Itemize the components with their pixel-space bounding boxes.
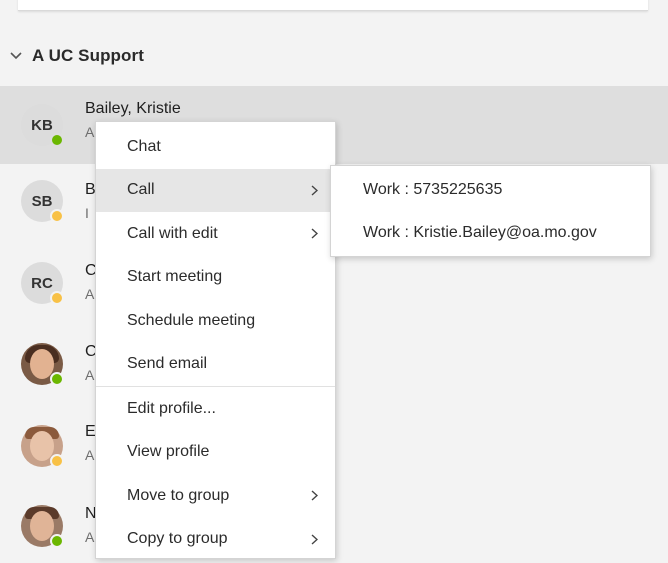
presence-away-icon: [50, 454, 64, 468]
menu-item-label: Send email: [127, 355, 208, 373]
avatar-photo: [21, 505, 64, 548]
menu-item-copy-to-group[interactable]: Copy to group: [96, 518, 335, 562]
contact-name: Bailey, Kristie: [85, 100, 181, 117]
menu-item-move-to-group[interactable]: Move to group: [96, 474, 335, 518]
avatar: KB: [21, 104, 64, 147]
menu-item-label: View profile: [127, 443, 210, 461]
presence-available-icon: [50, 534, 64, 548]
menu-item-chat[interactable]: Chat: [96, 125, 335, 169]
presence-away-icon: [50, 209, 64, 223]
submenu-item-label: Work : Kristie.Bailey@oa.mo.gov: [363, 223, 597, 241]
contact-status: A: [85, 367, 95, 383]
call-work-phone[interactable]: Work : 5735225635: [331, 168, 650, 211]
menu-item-label: Move to group: [127, 486, 230, 504]
contact-context-menu: Chat Call Call with edit Start meeting S…: [95, 121, 336, 559]
presence-available-icon: [50, 372, 64, 386]
chevron-right-icon: [309, 184, 319, 196]
call-work-email[interactable]: Work : Kristie.Bailey@oa.mo.gov: [331, 211, 650, 254]
chevron-down-icon[interactable]: [8, 48, 24, 64]
contact-status: I: [85, 205, 89, 221]
contact-status: A: [85, 286, 95, 302]
avatar-initials: SB: [31, 192, 53, 210]
menu-item-edit-profile[interactable]: Edit profile...: [96, 387, 335, 431]
menu-item-label: Schedule meeting: [127, 311, 256, 329]
submenu-item-label: Work : 5735225635: [363, 180, 503, 198]
avatar-initials: RC: [31, 274, 53, 292]
presence-available-icon: [50, 133, 64, 147]
avatar-photo: [21, 425, 64, 468]
menu-item-label: Start meeting: [127, 268, 223, 286]
group-header[interactable]: A UC Support: [8, 43, 144, 69]
contact-status: A: [85, 124, 95, 140]
menu-item-start-meeting[interactable]: Start meeting: [96, 256, 335, 300]
menu-item-schedule-meeting[interactable]: Schedule meeting: [96, 299, 335, 343]
menu-item-send-email[interactable]: Send email: [96, 343, 335, 387]
chevron-right-icon: [309, 490, 319, 502]
avatar-initials: KB: [31, 116, 53, 134]
previous-card: [18, 0, 648, 11]
menu-item-label: Call with edit: [127, 224, 218, 242]
menu-item-call[interactable]: Call: [96, 168, 335, 212]
contact-status: A: [85, 529, 95, 545]
contact-status: A: [85, 447, 95, 463]
avatar-photo: [21, 343, 64, 386]
chevron-right-icon: [309, 228, 319, 240]
presence-away-icon: [50, 291, 64, 305]
menu-item-label: Copy to group: [127, 530, 228, 548]
chevron-right-icon: [309, 533, 319, 545]
menu-item-label: Call: [127, 181, 155, 199]
menu-item-view-profile[interactable]: View profile: [96, 431, 335, 475]
menu-item-call-with-edit[interactable]: Call with edit: [96, 212, 335, 256]
avatar: RC: [21, 262, 64, 305]
menu-item-label: Edit profile...: [127, 399, 216, 417]
group-title: A UC Support: [32, 46, 144, 65]
avatar: SB: [21, 180, 64, 223]
menu-item-label: Chat: [127, 137, 161, 155]
call-submenu: Work : 5735225635 Work : Kristie.Bailey@…: [330, 165, 651, 257]
